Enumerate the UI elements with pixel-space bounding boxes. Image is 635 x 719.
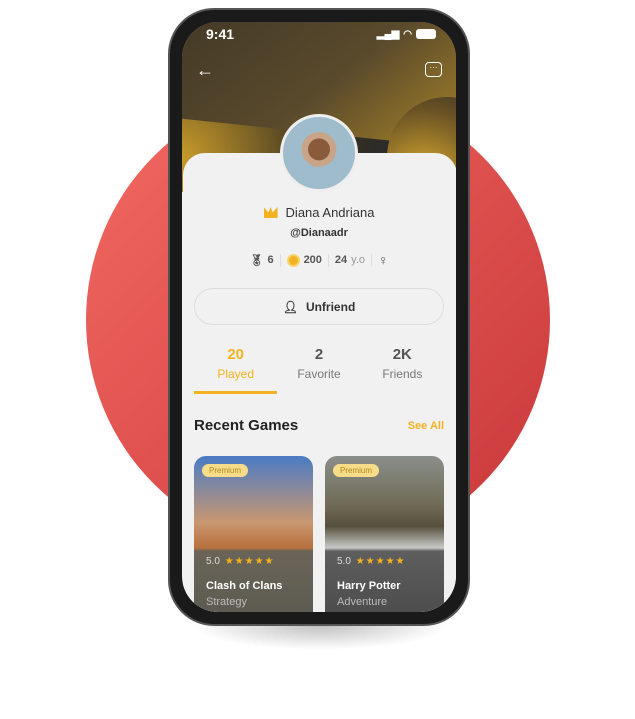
tab-label: Played (194, 367, 278, 394)
tab-label: Favorite (297, 367, 341, 381)
profile-stats: 🏅︎ 6 200 24 y.o ♀ (182, 252, 456, 268)
profile-tabs: 20 Played 2 Favorite 2K Friends (194, 346, 444, 394)
game-card-harry-potter[interactable]: Premium 5.0 ★★★★★ Harry Potter Adventure (325, 456, 444, 612)
chat-icon[interactable]: ··· (425, 62, 442, 77)
unfriend-label: Unfriend (305, 299, 356, 314)
tab-friends[interactable]: 2K Friends (361, 346, 444, 394)
coins-count: 200 (303, 254, 322, 266)
age-value: 24 (334, 254, 348, 266)
profile-handle: @Dianaadr (290, 227, 348, 239)
game-title: Clash of Clans (206, 580, 283, 592)
rating: 5.0 ★★★★★ (206, 556, 275, 567)
see-all-link[interactable]: See All (408, 420, 444, 432)
crown-icon (263, 207, 278, 218)
tab-count: 2 (314, 346, 324, 363)
wifi-icon: ◠ (403, 28, 412, 40)
age-unit: y.o (351, 254, 366, 266)
profile-name-row: Diana Andriana (182, 205, 456, 220)
premium-badge: Premium (202, 464, 249, 477)
phone-frame: 9:41 ▂▄▆ ◠ ← ··· Diana Andriana @Dianaadr… (168, 8, 470, 626)
game-title: Harry Potter (337, 580, 401, 592)
unfriend-button[interactable]: 👤︎ Unfriend (194, 288, 444, 325)
tab-played[interactable]: 20 Played (194, 346, 278, 394)
game-genre: Adventure (337, 596, 388, 608)
rating: 5.0 ★★★★★ (337, 556, 406, 567)
recent-games-header: Recent Games See All (194, 417, 444, 434)
star-icons: ★★★★★ (355, 556, 406, 567)
screen: 9:41 ▂▄▆ ◠ ← ··· Diana Andriana @Dianaadr… (182, 22, 456, 612)
game-card-clash-of-clans[interactable]: Premium 5.0 ★★★★★ Clash of Clans Strateg… (194, 456, 313, 612)
premium-badge: Premium (333, 464, 380, 477)
tab-favorite[interactable]: 2 Favorite (277, 346, 360, 394)
battery-icon (416, 29, 436, 39)
coin-icon (286, 253, 300, 267)
status-time: 9:41 (206, 26, 235, 42)
status-bar: 9:41 ▂▄▆ ◠ (206, 26, 436, 42)
game-genre: Strategy (206, 596, 247, 608)
star-icons: ★★★★★ (224, 556, 275, 567)
back-arrow-icon[interactable]: ← (196, 60, 214, 81)
rating-value: 5.0 (337, 556, 351, 567)
signal-icon: ▂▄▆ (376, 28, 400, 40)
tab-count: 2K (392, 346, 412, 363)
rating-value: 5.0 (206, 556, 220, 567)
avatar (280, 114, 358, 192)
section-title: Recent Games (194, 417, 299, 434)
profile-name: Diana Andriana (285, 205, 375, 220)
award-icon: 🏅︎ (249, 254, 264, 267)
tab-label: Friends (382, 367, 423, 381)
user-minus-icon: 👤︎ (282, 299, 298, 314)
female-icon: ♀ (378, 252, 389, 268)
tab-count: 20 (227, 346, 244, 363)
awards-count: 6 (267, 254, 274, 266)
